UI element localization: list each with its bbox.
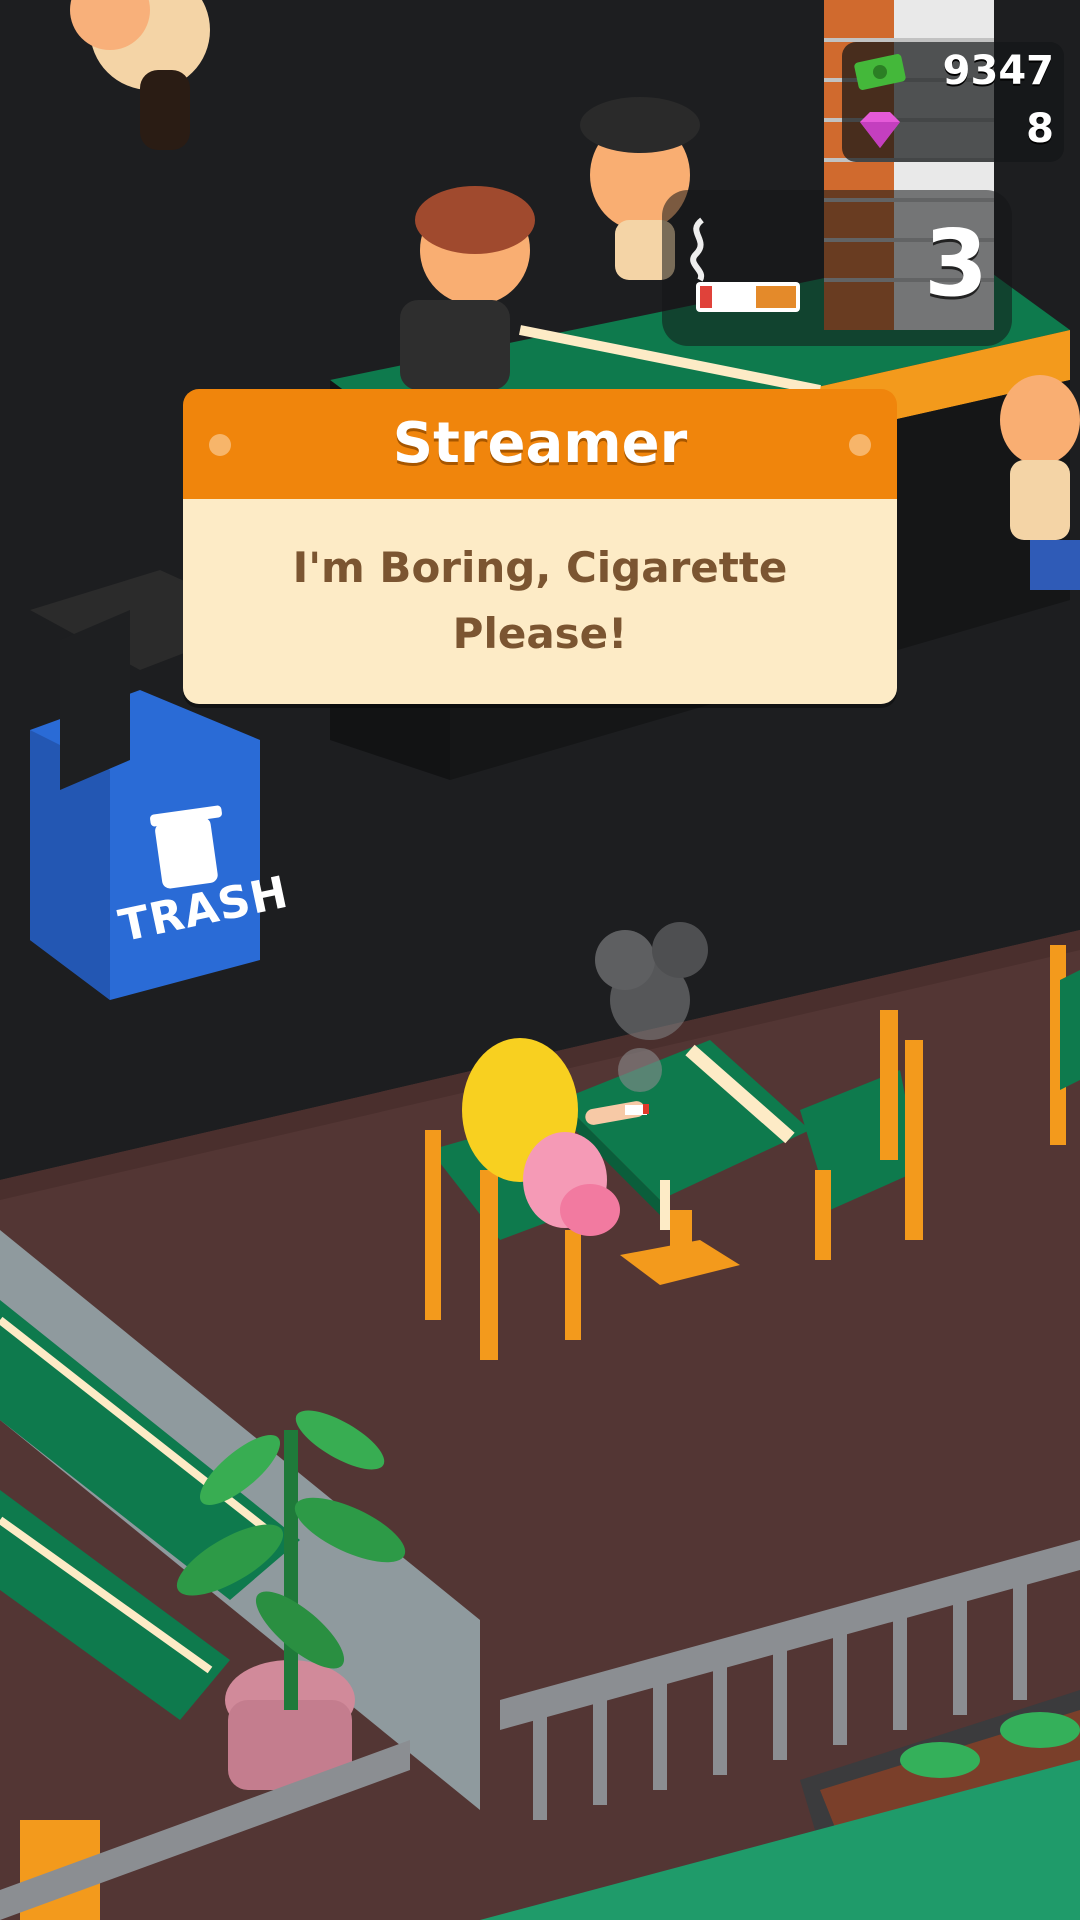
cigarette-icon <box>690 217 800 312</box>
cigarette-counter: 3 <box>662 190 1012 346</box>
cash-icon <box>854 54 906 90</box>
popup-message-line1: I'm Boring, Cigarette <box>292 543 788 592</box>
trash-icon <box>155 817 218 889</box>
customer-request-popup: Streamer I'm Boring, Cigarette Please! <box>183 389 897 704</box>
popup-message-line2: Please! <box>452 609 628 658</box>
popup-header: Streamer <box>183 389 897 499</box>
cigarette-count: 3 <box>923 210 988 317</box>
popup-message: I'm Boring, Cigarette Please! <box>243 535 837 667</box>
gem-amount: 8 <box>1026 106 1054 152</box>
gem-display: 8 <box>842 102 1064 158</box>
popup-title: Streamer <box>392 411 688 476</box>
gem-icon <box>860 112 900 148</box>
cash-display: 9347 <box>842 44 1064 100</box>
popup-body: I'm Boring, Cigarette Please! <box>183 499 897 704</box>
currency-panel: 9347 8 <box>842 42 1064 162</box>
cash-amount: 9347 <box>942 48 1054 94</box>
